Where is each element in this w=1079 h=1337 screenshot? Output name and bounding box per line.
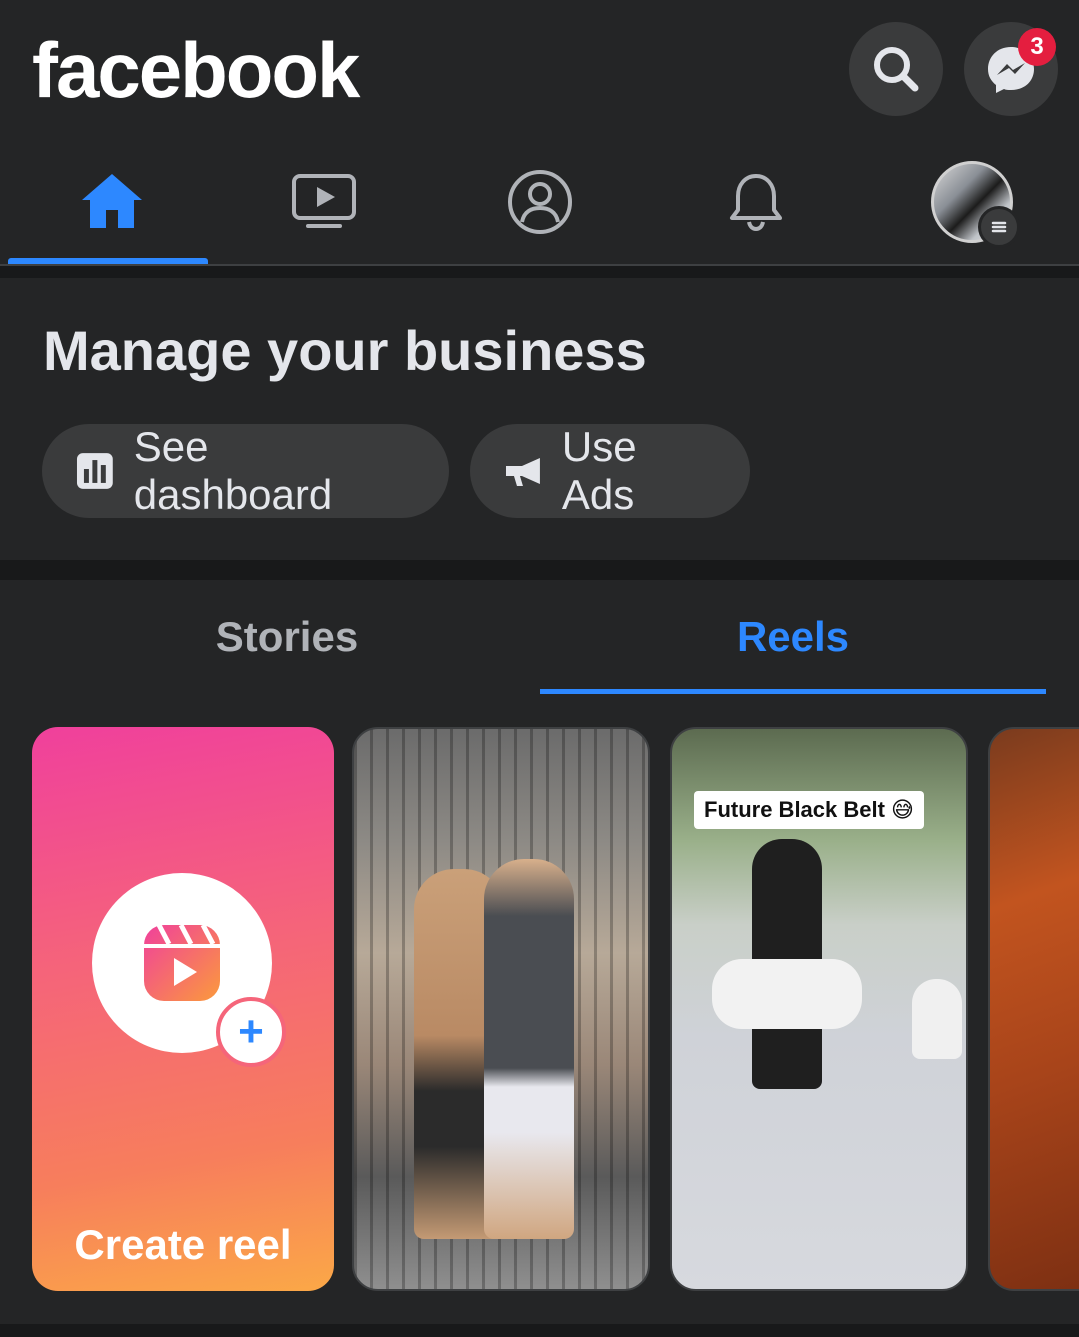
tab-home[interactable] xyxy=(8,140,216,264)
see-dashboard-button[interactable]: See dashboard xyxy=(42,423,449,518)
create-reel-label: Create reel xyxy=(74,1221,292,1268)
tab-profile[interactable] xyxy=(436,140,644,264)
menu-icon xyxy=(978,206,1020,248)
tab-notifications[interactable] xyxy=(652,140,860,264)
search-icon xyxy=(874,47,919,92)
divider xyxy=(0,1324,1079,1337)
reel-image-figure xyxy=(484,859,574,1239)
tab-reels[interactable]: Reels xyxy=(540,580,1046,694)
reel-thumbnail[interactable] xyxy=(352,727,650,1291)
add-reel-plus-icon: + xyxy=(216,997,286,1067)
facebook-logo[interactable]: facebook xyxy=(32,22,360,118)
create-reel-card[interactable]: + Create reel xyxy=(32,727,334,1291)
dashboard-chart-icon xyxy=(76,453,113,489)
tab-menu[interactable] xyxy=(868,140,1076,264)
top-header: facebook 3 xyxy=(0,0,1079,140)
reels-icon xyxy=(144,923,220,1001)
reel-caption: Future Black Belt 😅 xyxy=(694,791,924,829)
reel-image-figure xyxy=(712,959,862,1029)
use-ads-button[interactable]: Use Ads xyxy=(470,423,750,518)
bell-icon xyxy=(730,174,782,232)
messenger-badge: 3 xyxy=(1018,28,1056,66)
tab-stories[interactable]: Stories xyxy=(34,580,540,694)
section-title: Manage your business xyxy=(43,319,647,382)
video-icon xyxy=(292,174,356,228)
messenger-button[interactable]: 3 xyxy=(964,22,1058,116)
home-icon xyxy=(82,174,142,228)
stories-reels-tabs: Stories Reels xyxy=(0,580,1079,694)
search-button[interactable] xyxy=(849,22,943,116)
use-ads-label: Use Ads xyxy=(561,423,637,518)
reel-image-figure xyxy=(912,979,962,1059)
reel-thumbnail[interactable]: Future Black Belt 😅 xyxy=(670,727,968,1291)
see-dashboard-label: See dashboard xyxy=(133,423,333,518)
megaphone-icon xyxy=(505,458,540,486)
avatar xyxy=(931,161,1020,248)
active-tab-indicator xyxy=(8,258,208,264)
manage-business-section: Manage your business See dashboard Use A… xyxy=(0,278,1079,560)
profile-icon xyxy=(508,170,572,234)
reels-carousel: + Create reel Future Black Belt 😅 xyxy=(0,694,1079,1324)
main-nav xyxy=(0,140,1079,266)
facebook-home-page: facebook 3 Manage your business See dash… xyxy=(0,0,1079,1337)
tab-watch[interactable] xyxy=(220,140,428,264)
reel-thumbnail[interactable] xyxy=(988,727,1079,1291)
